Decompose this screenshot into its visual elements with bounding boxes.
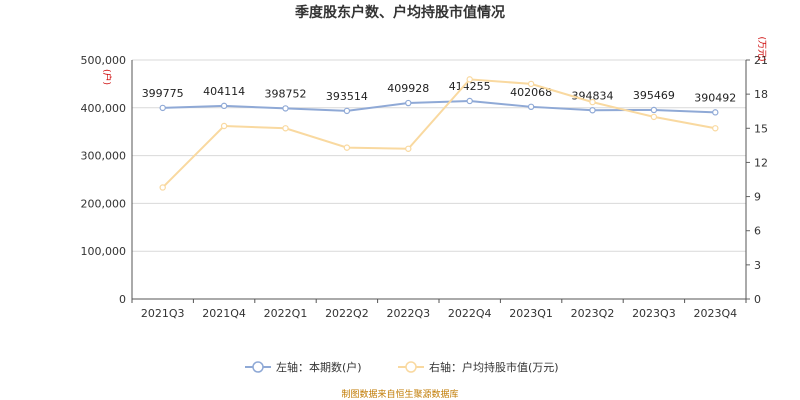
left-tick-label: 0 — [119, 293, 126, 306]
data-point — [159, 184, 166, 191]
chart: 季度股东户数、户均持股市值情况 0 100,000 200,000 300,000 40… — [81, 4, 769, 400]
data-point — [712, 125, 719, 132]
right-tick-label: 12 — [754, 156, 768, 169]
x-tick-label: 2023Q1 — [509, 307, 553, 320]
left-axis-unit: (户) — [101, 69, 113, 85]
x-tick-label: 2022Q1 — [264, 307, 308, 320]
data-point — [527, 103, 535, 111]
legend-swatch-marker — [405, 361, 417, 373]
source-note: 制图数据来自恒生聚源数据库 — [341, 388, 458, 400]
data-point — [405, 99, 412, 107]
data-label: 399775 — [142, 87, 184, 100]
x-tick-label: 2023Q4 — [693, 307, 737, 320]
data-point — [159, 104, 166, 112]
x-tick-label: 2022Q4 — [448, 307, 492, 320]
x-tick-label: 2022Q3 — [386, 307, 430, 320]
x-tick-label: 2023Q2 — [571, 307, 615, 320]
legend-label: 右轴：户均持股市值(万元) — [429, 360, 559, 374]
data-label: 390492 — [694, 91, 736, 104]
legend-swatch-marker — [252, 361, 264, 373]
data-point — [589, 107, 596, 114]
x-tick-label: 2021Q3 — [141, 307, 185, 320]
left-tick-label: 100,000 — [81, 245, 127, 258]
data-point — [712, 109, 719, 116]
data-point — [405, 145, 412, 152]
data-point — [466, 76, 473, 83]
data-point — [650, 113, 658, 121]
left-tick-label: 200,000 — [81, 197, 127, 210]
series-line-0 — [162, 99, 716, 114]
legend-label: 左轴：本期数(户) — [276, 360, 362, 374]
data-label: 393514 — [326, 90, 368, 103]
left-tick-label: 400,000 — [81, 102, 127, 115]
right-tick-label: 18 — [754, 88, 768, 101]
data-point — [527, 80, 535, 88]
data-point — [343, 144, 351, 151]
series: 399775 404114 398752 393514409928 414255 4020… — [142, 76, 736, 191]
x-tick-label: 2023Q3 — [632, 307, 676, 320]
left-tick-label: 300,000 — [81, 150, 127, 163]
data-point — [220, 102, 228, 110]
x-tick-label: 2022Q2 — [325, 307, 369, 320]
data-label: 409928 — [387, 82, 429, 95]
data-label: 398752 — [265, 87, 307, 100]
right-tick-label: 6 — [754, 225, 761, 238]
x-tick-label: 2021Q4 — [202, 307, 246, 320]
data-point — [650, 106, 658, 114]
data-point — [282, 125, 289, 132]
data-point — [220, 122, 228, 130]
data-point — [343, 107, 351, 115]
right-tick-label: 15 — [754, 122, 768, 135]
right-tick-label: 0 — [754, 293, 761, 306]
data-label: 404114 — [203, 85, 245, 98]
right-tick-label: 3 — [754, 259, 761, 272]
right-tick-label: 9 — [754, 191, 761, 204]
left-tick-label: 500,000 — [81, 54, 127, 67]
chart-title: 季度股东户数、户均持股市值情况 — [294, 4, 505, 21]
data-label: 395469 — [633, 89, 675, 102]
data-point — [466, 97, 473, 105]
data-point — [282, 105, 289, 112]
legend[interactable]: 左轴：本期数(户) 右轴：户均持股市值(万元) — [245, 360, 559, 374]
right-axis-unit: (万元) — [756, 36, 766, 61]
data-point — [589, 98, 596, 106]
